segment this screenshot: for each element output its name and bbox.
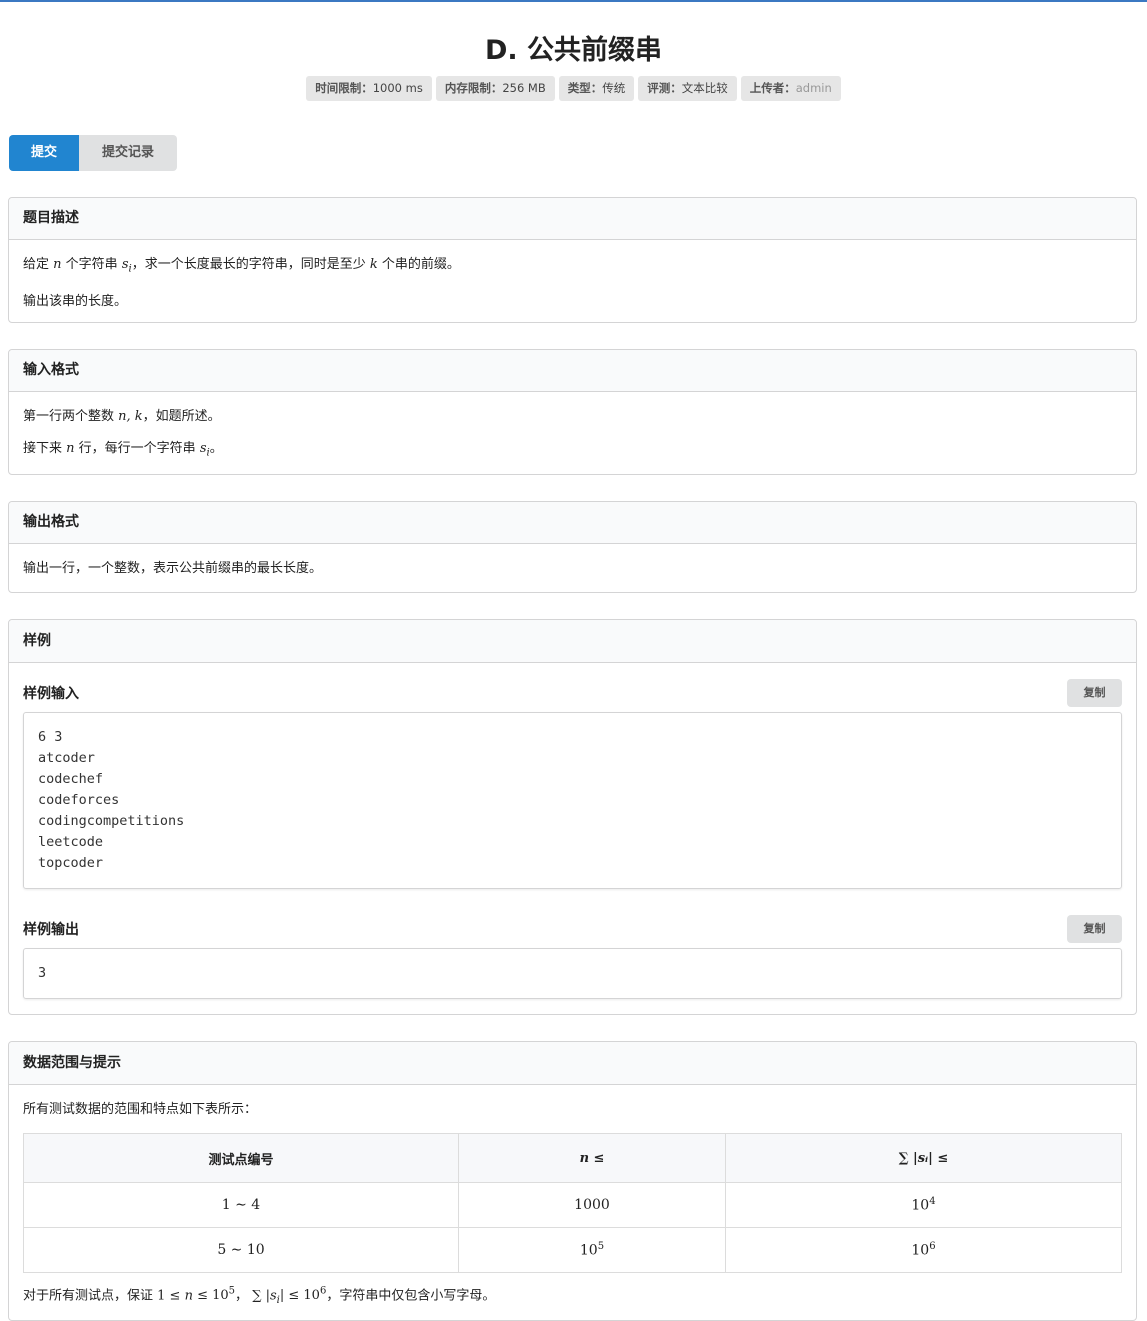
table-row: 1 ∼ 4 1000 104 [23,1182,1122,1228]
judge-badge: 评测：文本比较 [638,76,737,101]
table-cell: 106 [725,1227,1122,1273]
section-heading: 样例 [9,620,1136,663]
samples-section: 样例 样例输入 复制 6 3 atcoder codechef codeforc… [8,619,1137,1015]
copy-output-button[interactable]: 复制 [1067,915,1122,943]
table-header-row: 测试点编号 n ≤ ∑ |sᵢ| ≤ [23,1133,1122,1183]
section-heading: 输出格式 [9,502,1136,544]
page-title: D. 公共前缀串 [484,35,663,66]
sample-output-title: 样例输出 [23,922,79,938]
section-heading: 数据范围与提示 [9,1042,1136,1085]
description-paragraph-2: 输出该串的长度。 [23,293,128,309]
uploader-badge: 上传者：admin [740,76,841,101]
table-cell: 104 [725,1182,1122,1228]
table-cell: 1 ∼ 4 [23,1182,459,1228]
sample-input-title: 样例输入 [23,686,79,702]
column-header: ∑ |sᵢ| ≤ [725,1133,1122,1183]
table-cell: 1000 [458,1182,726,1228]
sample-output-code: 3 [23,948,1122,999]
constraints-footer: 对于所有测试点，保证 1 ≤ n ≤ 105， ∑ |si| ≤ 106，字符串… [23,1286,496,1306]
type-badge: 类型：传统 [558,76,635,101]
sample-input-code: 6 3 atcoder codechef codeforces codingco… [23,712,1122,889]
constraints-intro: 所有测试数据的范围和特点如下表所示： [23,1102,258,1117]
submit-button[interactable]: 提交 [9,135,79,171]
input-format-section: 输入格式 第一行两个整数 n, k，如题所述。 接下来 n 行，每行一个字符串 … [8,349,1137,475]
constraints-section: 数据范围与提示 所有测试数据的范围和特点如下表所示： 测试点编号 n ≤ ∑ |… [8,1041,1137,1321]
section-heading: 输入格式 [9,350,1136,392]
column-header: 测试点编号 [23,1133,459,1183]
memory-limit-badge: 内存限制：256 MB [435,76,555,101]
table-cell: 5 ∼ 10 [23,1227,459,1273]
table-cell: 105 [458,1227,726,1273]
table-row: 5 ∼ 10 105 106 [23,1227,1122,1273]
output-format-text: 输出一行，一个整数，表示公共前缀串的最长长度。 [23,561,323,576]
copy-input-button[interactable]: 复制 [1067,679,1122,707]
time-limit-badge: 时间限制：1000 ms [306,76,432,101]
uploader-link[interactable]: admin [796,81,832,95]
section-heading: 题目描述 [9,198,1136,240]
description-section: 题目描述 给定 n 个字符串 si，求一个长度最长的字符串，同时是至少 k 个串… [8,197,1137,323]
description-paragraph: 给定 n 个字符串 si，求一个长度最长的字符串，同时是至少 k 个串的前缀。 [23,257,460,275]
column-header: n ≤ [458,1133,726,1183]
problem-meta: 时间限制：1000 ms 内存限制：256 MB 类型：传统 评测：文本比较 上… [0,76,1147,101]
input-format-line-2: 接下来 n 行，每行一个字符串 si。 [23,441,223,459]
input-format-line-1: 第一行两个整数 n, k，如题所述。 [23,409,221,424]
output-format-section: 输出格式 输出一行，一个整数，表示公共前缀串的最长长度。 [8,501,1137,593]
submission-records-button[interactable]: 提交记录 [79,135,177,171]
constraints-table: 测试点编号 n ≤ ∑ |sᵢ| ≤ 1 ∼ 4 1000 104 5 ∼ 10… [23,1133,1122,1273]
action-tabs: 提交 提交记录 [9,135,177,171]
